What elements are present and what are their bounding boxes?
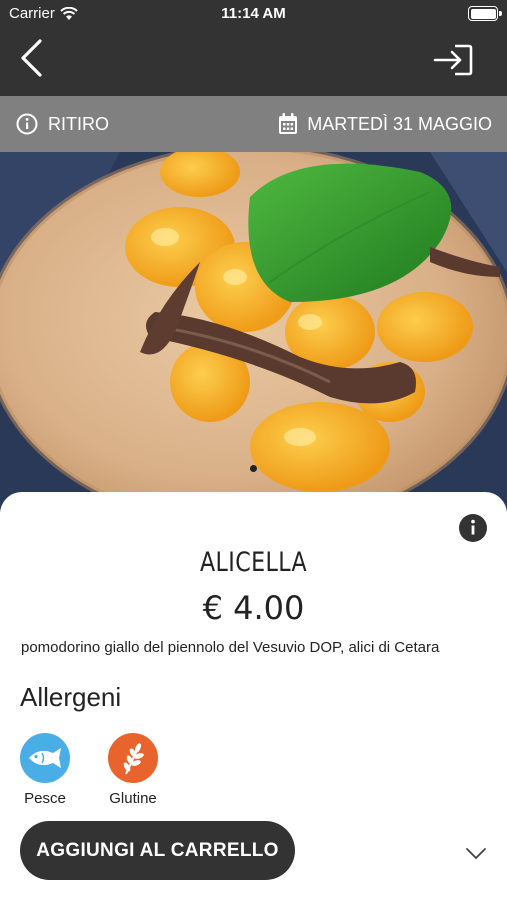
allergen-gluten: Glutine — [98, 733, 168, 807]
product-price: € 4.00 — [202, 589, 305, 627]
allergen-label: Pesce — [24, 790, 66, 807]
product-photo — [0, 152, 507, 512]
order-info-bar: RITIRO MARTEDÌ 31 MAGGIO — [0, 96, 507, 152]
carousel-page-indicator[interactable] — [250, 465, 257, 472]
add-to-cart-button[interactable]: AGGIUNGI AL CARRELLO — [20, 821, 295, 880]
allergens-title: Allergeni — [20, 682, 122, 712]
info-icon — [16, 113, 38, 135]
info-icon[interactable] — [459, 514, 487, 542]
wheat-icon — [108, 733, 158, 783]
pickup-mode[interactable]: RITIRO — [16, 113, 109, 135]
pickup-mode-label: RITIRO — [48, 113, 109, 134]
fish-icon — [20, 733, 70, 783]
product-name: ALICELLA — [199, 547, 308, 578]
status-time: 11:14 AM — [221, 5, 286, 22]
navigation-bar — [0, 28, 507, 96]
allergen-label: Glutine — [109, 790, 157, 807]
chevron-left-icon[interactable] — [12, 38, 52, 78]
product-image-carousel[interactable] — [0, 152, 507, 512]
chevron-down-icon[interactable] — [465, 847, 487, 861]
product-description: pomodorino giallo del piennolo del Vesuv… — [21, 639, 440, 656]
sign-in-icon[interactable] — [433, 42, 475, 78]
product-detail-sheet: ALICELLA € 4.00 pomodorino giallo del pi… — [0, 492, 507, 900]
status-bar: Carrier 11:14 AM — [0, 0, 507, 28]
battery-icon — [468, 6, 502, 21]
calendar-icon — [279, 113, 298, 134]
allergen-fish: Pesce — [10, 733, 80, 807]
pickup-date[interactable]: MARTEDÌ 31 MAGGIO — [278, 113, 492, 135]
pickup-date-label: MARTEDÌ 31 MAGGIO — [307, 113, 492, 134]
